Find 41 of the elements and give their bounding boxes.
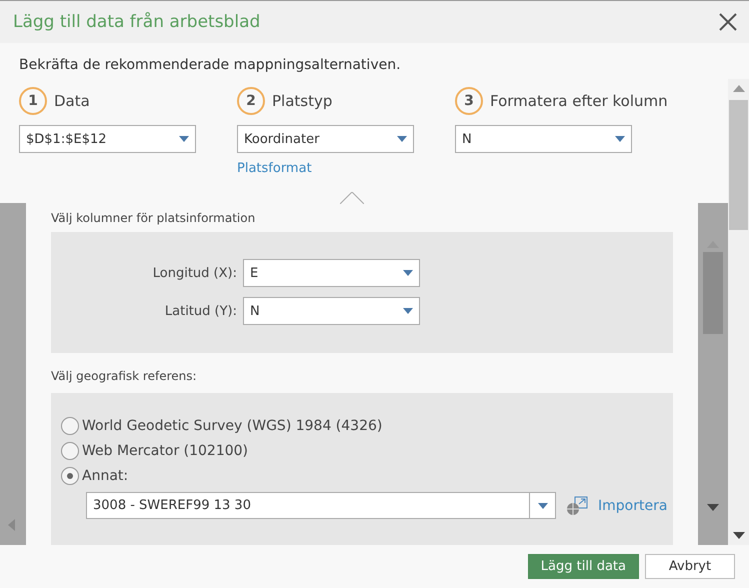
radio-option[interactable]: Annat: [61,467,673,485]
scroll-up-icon[interactable] [732,85,744,92]
reference-combobox[interactable]: 3008 - SWEREF99 13 30 [86,492,556,519]
caret-icon [403,308,413,314]
dropdown[interactable]: Koordinater [237,125,414,153]
caret-icon [615,136,625,142]
section-heading: Välj geografisk referens: [51,369,198,383]
dropdown[interactable]: E [243,259,420,287]
field-label: Longitud (X): [152,266,237,280]
step-label: Formatera efter kolumn [490,92,668,110]
radio-icon[interactable] [61,467,79,485]
field-label: Latitud (Y): [164,304,237,318]
dropdown[interactable]: N [455,125,632,153]
cancel-button[interactable]: Avbryt [645,554,735,579]
radio-option[interactable]: World Geodetic Survey (WGS) 1984 (4326) [61,417,673,435]
close-button[interactable] [717,11,739,33]
section-heading: Välj kolumner för platsinformation [51,211,256,225]
step-number: 2 [237,87,265,115]
scroll-down-icon[interactable] [707,504,719,511]
dropdown[interactable]: N [243,297,420,325]
radio-icon[interactable] [61,417,79,435]
radio-icon[interactable] [61,442,79,460]
globe-import-icon[interactable] [566,496,588,516]
caret-icon [179,136,189,142]
step-label: Platstyp [272,92,332,110]
add-data-button[interactable]: Lägg till data [528,554,639,579]
scrollbar[interactable] [702,241,724,511]
window-title: Lägg till data från arbetsblad [13,12,260,32]
scroll-down-icon[interactable] [732,532,744,539]
platsformat-link[interactable]: Platsformat [237,161,455,176]
radio-option[interactable]: Web Mercator (102100) [61,442,673,460]
scroll-left-icon[interactable] [8,519,15,531]
caret-icon [397,136,407,142]
instruction-text: Bekräfta de rekommenderade mappningsalternativen. [19,57,402,73]
scrollbar[interactable] [728,79,749,545]
step-number: 3 [455,87,483,115]
step-label: Data [54,92,90,110]
caret-icon [403,270,413,276]
step-number: 1 [19,87,47,115]
dropdown[interactable]: $D$1:$E$12 [19,125,196,153]
caret-icon [538,502,548,508]
